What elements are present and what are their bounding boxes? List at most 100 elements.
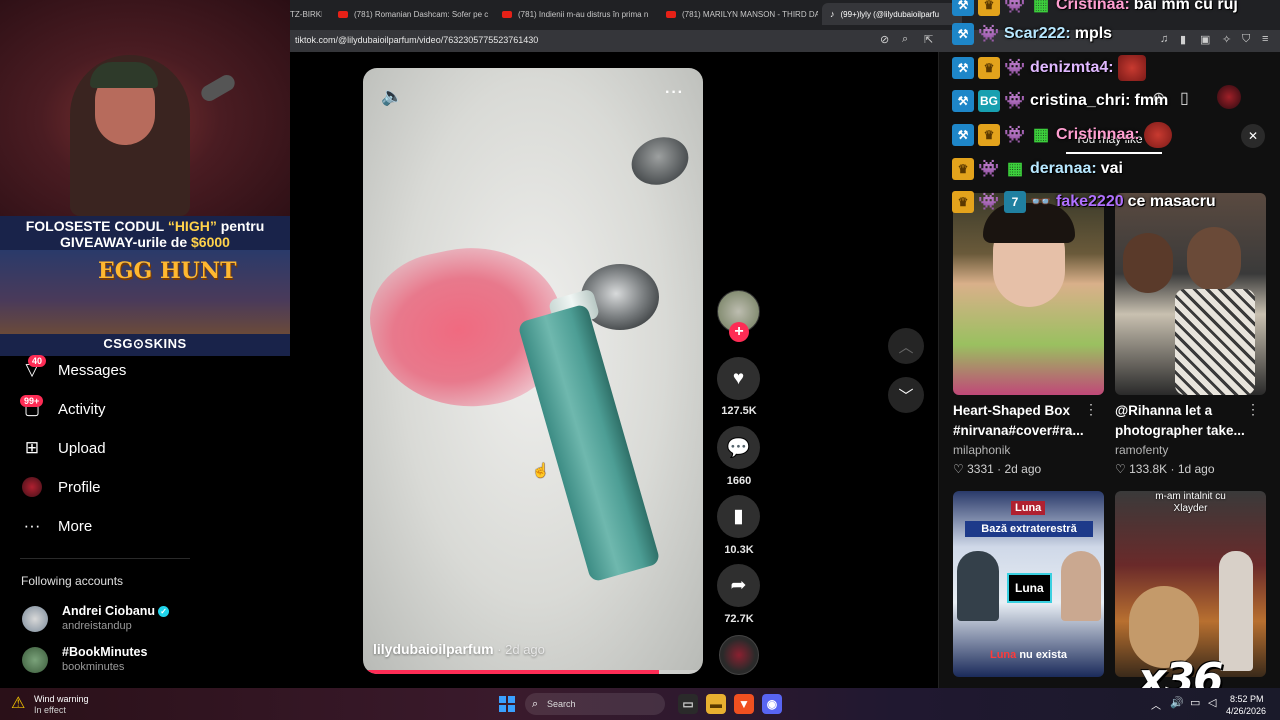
browser-tab-active[interactable]: ♪ (99+)lyly (@lilydubaioilparfu	[822, 3, 962, 25]
address-bar[interactable]: tiktok.com/@lilydubaioilparfum/video/763…	[280, 30, 1280, 52]
start-button[interactable]	[499, 696, 515, 712]
thumb-label: Luna	[1011, 501, 1046, 515]
recommended-video-thumbnail[interactable]: m-am intalnit cu Xlayder	[1115, 491, 1266, 677]
thumbnail-face-2	[1123, 233, 1173, 293]
crown-icon: ♛	[952, 158, 974, 180]
card-more-icon[interactable]: ⋮	[1084, 401, 1098, 418]
video-progress-bar[interactable]	[363, 670, 703, 674]
sidebar-item-label: Messages	[58, 361, 127, 379]
browser-tab[interactable]: (781) Indienii m-au distrus în prima n	[494, 3, 654, 25]
more-icon: ···	[23, 516, 41, 535]
speaker-icon[interactable]: 🔊	[1170, 696, 1184, 709]
like-button[interactable]: ♥	[717, 357, 760, 400]
clock-date[interactable]: 4/26/2026	[1226, 706, 1266, 716]
next-video-button[interactable]: ﹀	[888, 377, 924, 413]
bookmark-icon: ▮	[733, 506, 744, 527]
card-author[interactable]: milaphonik	[953, 443, 1010, 457]
save-count: 10.3K	[724, 544, 754, 556]
taskbar-search[interactable]: ⌕ Search	[525, 693, 665, 715]
extensions-icon[interactable]: ✧	[1222, 33, 1231, 46]
device-icon[interactable]: ▯	[1180, 88, 1189, 108]
browser-tab[interactable]: (781) MARILYN MANSON - THIRD DA	[658, 3, 818, 25]
chat-username: deranaa:	[1030, 160, 1097, 177]
account-name: Andrei Ciobanu ✓	[62, 604, 170, 618]
task-view-icon[interactable]: ▭	[678, 694, 698, 714]
recommended-video-thumbnail[interactable]: Luna Bază extraterestră Luna Luna nu exi…	[953, 491, 1104, 677]
sidebar-item-label: Activity	[58, 400, 106, 418]
chat-username: Cristinaa:	[1056, 0, 1130, 13]
share-icon[interactable]: ⇱	[924, 33, 933, 46]
warning-icon[interactable]: ⚠	[11, 693, 25, 713]
heart-outline-icon: ♡	[953, 462, 964, 476]
alien-icon: 👾	[1004, 58, 1026, 77]
network-icon[interactable]: ▭	[1190, 696, 1200, 709]
upload-icon: ⊞	[24, 438, 40, 457]
no-tracking-icon[interactable]: ⊘	[880, 33, 889, 46]
sub-badge-icon: 7	[1004, 191, 1026, 213]
more-options-icon[interactable]: ···	[665, 84, 684, 102]
music-icon[interactable]: ♫	[1160, 33, 1168, 45]
chat-message: ♛ 👾 ▦ deranaa: vai	[952, 156, 1123, 182]
sidebar-item-label: Profile	[58, 478, 101, 496]
weather-title[interactable]: Wind warning	[34, 694, 89, 704]
close-panel-button[interactable]: ✕	[1241, 124, 1265, 148]
chat-text: mpls	[1074, 25, 1113, 42]
chevron-up-icon[interactable]: ︿	[1151, 697, 1161, 712]
comment-icon: 💬	[726, 437, 751, 459]
chat-message: ⚒ ♛ 👾 ▦ Cristinaa: bai mm cu ruj	[952, 0, 1238, 18]
follow-plus-button[interactable]: +	[729, 322, 749, 342]
avatar	[22, 647, 48, 673]
sub-badge-icon: ▦	[1006, 159, 1024, 178]
discord-icon[interactable]: ◉	[762, 694, 782, 714]
thumb-person	[1219, 551, 1253, 671]
shield-icon[interactable]: ⛉	[1242, 33, 1250, 46]
share-button[interactable]: ➦	[717, 564, 760, 607]
previous-video-button[interactable]: ︿	[888, 328, 924, 364]
file-explorer-icon[interactable]: ▬	[706, 694, 726, 714]
egg-hunt-title: EGG HUNT	[98, 258, 237, 284]
menu-icon[interactable]: ≡	[1262, 33, 1268, 45]
video-author[interactable]: lilydubaioilparfum	[373, 641, 494, 657]
save-button[interactable]: ▮	[717, 495, 760, 538]
brave-browser-icon[interactable]: ▼	[734, 694, 754, 714]
tab-title: (781) Romanian Dashcam: Sofer pe c	[354, 9, 489, 19]
moderator-icon: ⚒	[952, 57, 974, 79]
wallet-icon[interactable]: ▣	[1200, 33, 1210, 46]
thumb-center-label: Luna	[1007, 573, 1052, 603]
search-icon: ⌕	[532, 698, 539, 710]
sidebar-item-profile[interactable]: Profile	[22, 475, 101, 499]
sub-badge-icon: ▦	[1032, 0, 1050, 14]
video-player[interactable]: 🔈 ··· lilydubaioilparfum · 2d ago	[363, 68, 703, 674]
card-author[interactable]: ramofenty	[1115, 443, 1168, 457]
webcam-feed	[0, 0, 290, 216]
user-avatar[interactable]	[1217, 85, 1241, 109]
music-disc[interactable]	[719, 635, 759, 675]
close-icon: ✕	[1247, 129, 1259, 143]
account-name: #BookMinutes	[62, 645, 148, 659]
chat-username: fake2220	[1056, 193, 1124, 210]
chat-username: Cristinnaa:	[1056, 126, 1140, 143]
sink-overflow	[624, 129, 696, 193]
comment-count: 1660	[726, 475, 752, 487]
comment-button[interactable]: 💬	[717, 426, 760, 469]
sidebar-item-upload[interactable]: ⊞ Upload	[22, 436, 106, 460]
alien-icon: 👾	[1004, 0, 1026, 14]
tab-title: (781) Indienii m-au distrus în prima n	[518, 9, 649, 19]
card-more-icon[interactable]: ⋮	[1246, 401, 1260, 418]
zoom-icon[interactable]: ⌕	[902, 33, 908, 46]
browser-tab[interactable]: (781) Romanian Dashcam: Sofer pe c	[330, 3, 490, 25]
card-stats: ♡ 133.8K · 1d ago	[1115, 462, 1215, 476]
volume-icon[interactable]: ◁	[1208, 696, 1216, 709]
volume-icon[interactable]: 🔈	[381, 86, 403, 107]
crown-icon: ♛	[952, 191, 974, 213]
tab-title: (99+)lyly (@lilydubaioilparfu	[840, 9, 940, 19]
account-handle: bookminutes	[62, 661, 125, 673]
chat-text: fmm	[1134, 92, 1169, 109]
clock-time[interactable]: 8:52 PM	[1230, 694, 1264, 704]
sidebar-item-label: Upload	[58, 439, 106, 457]
sidebar-icon[interactable]: ▮	[1180, 33, 1186, 46]
sidebar-item-more[interactable]: ··· More	[22, 514, 93, 538]
url-text[interactable]: tiktok.com/@lilydubaioilparfum/video/763…	[295, 35, 538, 45]
card-title: @Rihanna let a photographer take...	[1115, 403, 1245, 438]
promo-line-2: GIVEAWAY-urile de $6000	[60, 234, 230, 250]
